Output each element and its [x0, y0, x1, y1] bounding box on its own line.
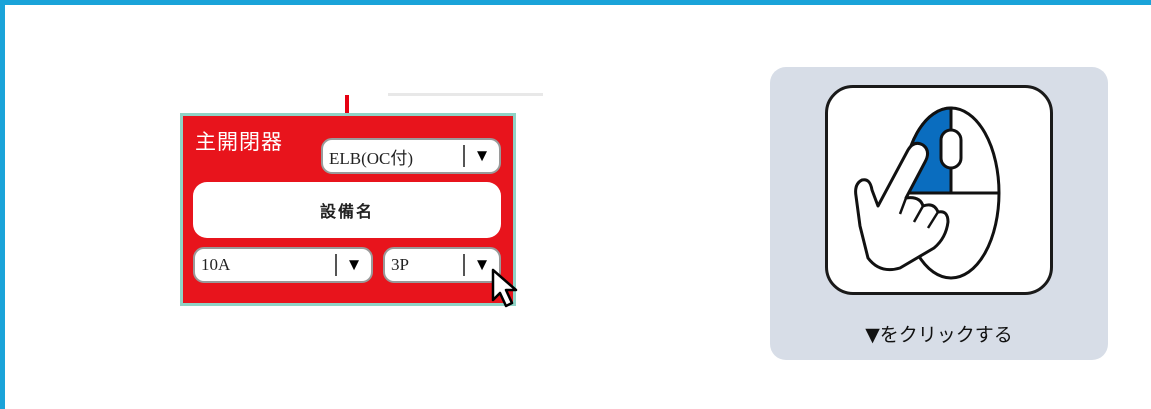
hint-card: ▼をクリックする — [770, 67, 1108, 360]
breaker-type-dropdown[interactable]: ELB(OC付) ▼ — [321, 138, 501, 174]
dropdown-arrow-icon[interactable]: ▼ — [337, 255, 371, 275]
connector-line-gray — [388, 93, 543, 96]
ampere-value: 10A — [201, 255, 231, 274]
panel-title: 主開閉器 — [195, 130, 283, 154]
connector-line — [345, 95, 349, 115]
mouse-cursor-icon — [491, 268, 518, 308]
main-breaker-panel: 主開閉器 ELB(OC付) ▼ 設備名 10A ▼ 3P ▼ — [180, 113, 516, 306]
breaker-type-value: ELB(OC付) — [329, 148, 414, 168]
dropdown-arrow-icon[interactable]: ▼ — [465, 146, 499, 166]
ampere-dropdown[interactable]: 10A ▼ — [193, 247, 373, 283]
hint-text: ▼をクリックする — [865, 324, 1013, 346]
poles-value: 3P — [391, 255, 409, 274]
equipment-name-label: 設備名 — [319, 202, 374, 221]
mouse-left-click-icon — [825, 85, 1053, 295]
poles-dropdown[interactable]: 3P ▼ — [383, 247, 501, 283]
equipment-name-field[interactable]: 設備名 — [193, 182, 501, 238]
